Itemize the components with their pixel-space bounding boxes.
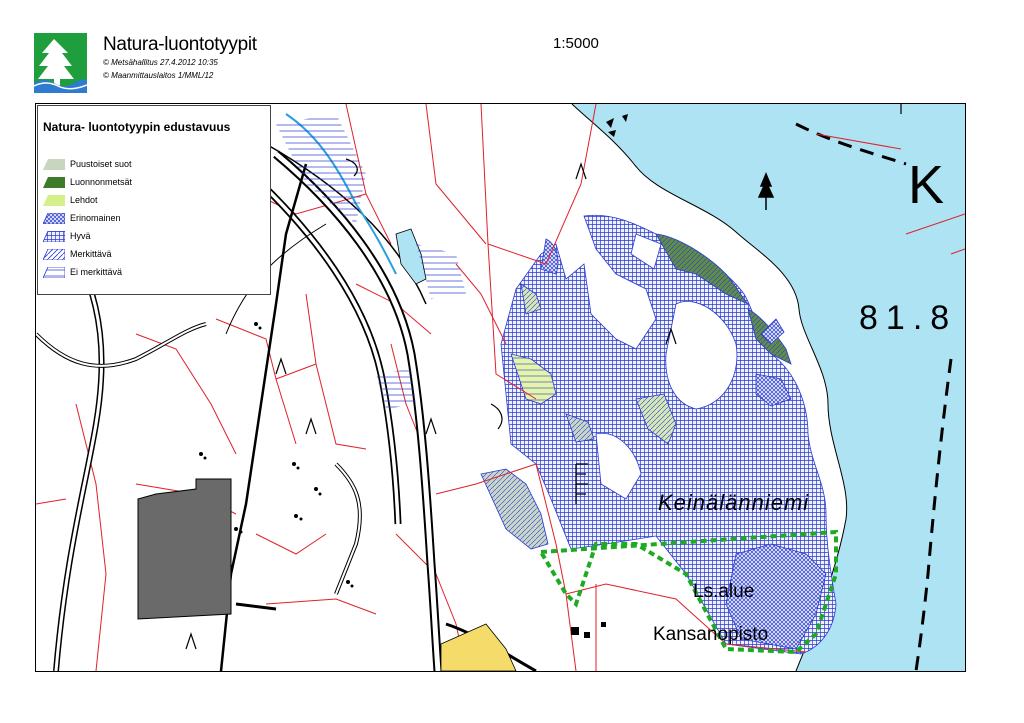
legend-swatch	[43, 249, 65, 260]
page-title: Natura-luontotyypit	[103, 34, 257, 55]
legend-label: Lehdot	[70, 195, 98, 205]
height-label: 81.8	[859, 299, 958, 337]
legend-swatch	[43, 213, 65, 224]
legend-swatch	[43, 159, 65, 170]
area-label-lsalue: Ls.alue	[693, 581, 755, 602]
copyright-maanmittauslaitos: © Maanmittauslaitos 1/MML/12	[103, 71, 214, 80]
legend-swatch	[43, 231, 65, 242]
legend-swatch	[43, 177, 65, 188]
legend-label: Luonnonmetsät	[70, 177, 133, 187]
map-scale: 1:5000	[553, 35, 599, 52]
legend-swatch	[43, 267, 65, 278]
legend-label: Hyvä	[70, 231, 91, 241]
legend-label: Ei merkittävä	[70, 267, 123, 277]
legend-title: Natura- luontotyypin edustavuus	[43, 120, 231, 134]
legend-swatch	[43, 195, 65, 206]
building-label-kansanopisto: Kansanopisto	[653, 624, 769, 645]
map-legend: Natura- luontotyypin edustavuus Puustois…	[37, 105, 271, 295]
legend-label: Erinomainen	[70, 213, 121, 223]
legend-label: Merkittävä	[70, 249, 112, 259]
copyright-metsahallitus: © Metsähallitus 27.4.2012 10:35	[103, 58, 218, 67]
legend-label: Puustoiset suot	[70, 159, 132, 169]
place-label-keinalanniemi: Keinälänniemi	[658, 490, 810, 515]
metsahallitus-tree-icon	[34, 33, 87, 93]
lake-label: K	[908, 155, 945, 215]
